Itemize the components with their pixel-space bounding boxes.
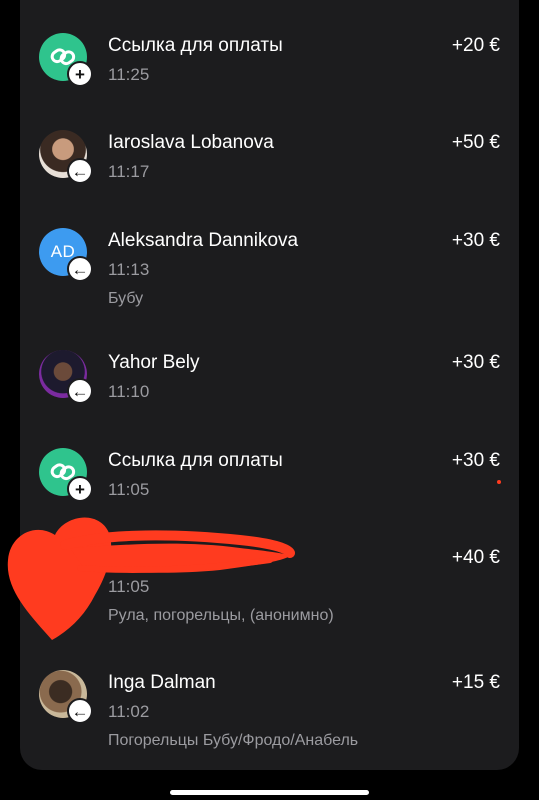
avatar: + [39, 33, 93, 87]
transaction-name: Yahor Bely [108, 352, 200, 373]
transaction-name: Ссылка для оплаты [108, 450, 283, 471]
transaction-time: 11:25 [108, 65, 150, 84]
plus-icon: + [67, 476, 93, 502]
arrow-left-icon: ← [67, 158, 93, 184]
arrow-left-icon: ← [67, 378, 93, 404]
transaction-note: Рула, погорельцы, (анонимно) [108, 607, 334, 624]
transaction-name: Inga Dalman [108, 672, 216, 693]
transaction-row[interactable]: AD ← Aleksandra Dannikova 11:13 Бубу +30… [20, 228, 519, 318]
transaction-time: 11:02 [108, 702, 150, 721]
transaction-amount: +50 € [451, 132, 500, 153]
transaction-name: Ссылка для оплаты [108, 35, 283, 56]
transaction-row[interactable]: + Ссылка для оплаты 11:05 +30 € [20, 448, 519, 538]
plus-icon: + [67, 61, 93, 87]
transaction-note: Бубу [108, 290, 144, 307]
transaction-amount: +30 € [451, 230, 500, 251]
transaction-time: 11:05 [108, 577, 150, 596]
transaction-row[interactable]: ← Inga Dalman 11:02 Погорельцы Бубу/Фрод… [20, 670, 519, 760]
transaction-row[interactable]: 11:05 Рула, погорельцы, (анонимно) +40 € [20, 545, 519, 635]
transaction-time: 11:17 [108, 162, 150, 181]
transaction-name: Aleksandra Dannikova [108, 230, 299, 251]
screen: + Ссылка для оплаты 11:25 +20 € ← Iarosl… [0, 0, 539, 800]
transaction-row[interactable]: ← Yahor Bely 11:10 +30 € [20, 350, 519, 440]
arrow-left-icon: ← [67, 256, 93, 282]
transaction-amount: +20 € [451, 35, 500, 56]
transaction-amount: +30 € [451, 450, 500, 471]
avatar: ← [39, 130, 93, 184]
transactions-card: + Ссылка для оплаты 11:25 +20 € ← Iarosl… [20, 0, 519, 770]
transaction-row[interactable]: + Ссылка для оплаты 11:25 +20 € [20, 33, 519, 123]
transaction-time: 11:05 [108, 480, 150, 499]
avatar: AD ← [39, 228, 93, 282]
transaction-amount: +40 € [451, 547, 500, 568]
transaction-amount: +30 € [451, 352, 500, 373]
transaction-time: 11:13 [108, 260, 150, 279]
avatar: ← [39, 350, 93, 404]
transaction-time: 11:10 [108, 382, 150, 401]
transaction-note: Погорельцы Бубу/Фродо/Анабель [108, 732, 359, 749]
transaction-name: Iaroslava Lobanova [108, 132, 274, 153]
transaction-amount: +15 € [451, 672, 500, 693]
home-indicator [170, 790, 369, 795]
transaction-row[interactable]: ← Iaroslava Lobanova 11:17 +50 € [20, 130, 519, 220]
avatar: + [39, 448, 93, 502]
arrow-left-icon: ← [67, 698, 93, 724]
avatar: ← [39, 670, 93, 724]
